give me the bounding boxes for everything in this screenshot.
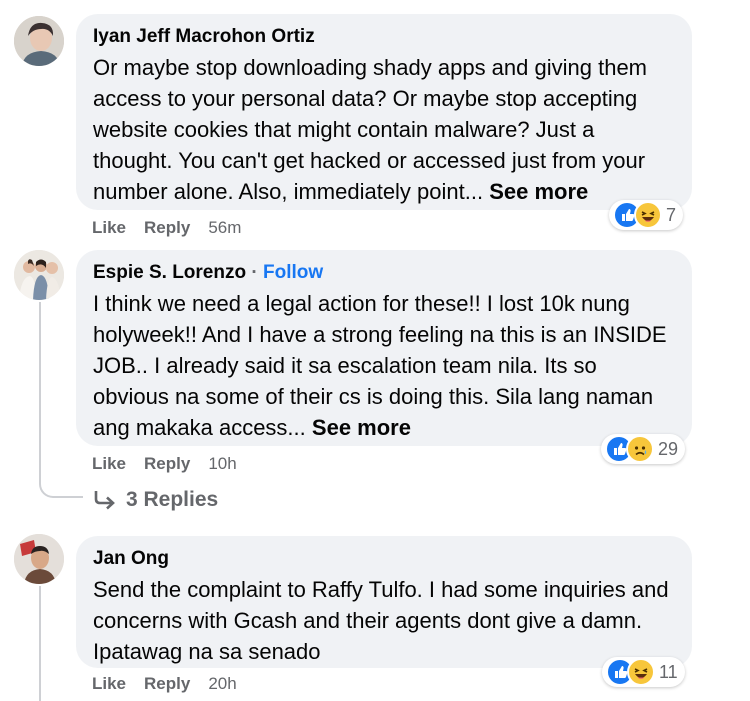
reaction-count: 7 [666, 204, 677, 225]
reply-button[interactable]: Reply [144, 674, 190, 693]
reactions-badge[interactable]: 11 [602, 657, 685, 687]
reply-button[interactable]: Reply [144, 454, 190, 473]
thread-line [39, 586, 41, 701]
separator-dot: · [251, 262, 258, 283]
comment-actions: Like Reply 10h [92, 454, 255, 474]
timestamp[interactable]: 20h [208, 674, 236, 693]
avatar[interactable] [14, 534, 64, 584]
like-button[interactable]: Like [92, 454, 126, 473]
replies-label: 3 Replies [126, 488, 219, 511]
reply-arrow-icon [94, 491, 115, 510]
comment-text: Send the complaint to Raffy Tulfo. I had… [93, 577, 669, 664]
comment-text: Or maybe stop downloading shady apps and… [93, 52, 676, 207]
sad-icon [626, 435, 654, 463]
reactions-badge[interactable]: 29 [601, 434, 686, 464]
follow-button[interactable]: Follow [263, 262, 323, 283]
comment-header: Espie S. Lorenzo · Follow [93, 260, 676, 285]
reaction-count: 29 [658, 438, 679, 459]
reply-button[interactable]: Reply [144, 218, 190, 237]
reactions-badge[interactable]: 7 [609, 200, 684, 230]
see-more-link[interactable]: See more [312, 415, 411, 440]
view-replies-link[interactable]: 3 Replies [92, 488, 218, 512]
comment-bubble: Espie S. Lorenzo · Follow I think we nee… [76, 250, 692, 446]
haha-icon [634, 201, 662, 229]
see-more-link[interactable]: See more [489, 179, 588, 204]
comment-bubble: Iyan Jeff Macrohon Ortiz Or maybe stop d… [76, 14, 692, 210]
reaction-count: 11 [659, 661, 678, 682]
thread-connector [39, 470, 83, 498]
thread-line [39, 302, 41, 470]
comment-author[interactable]: Espie S. Lorenzo [93, 262, 246, 283]
comment-author[interactable]: Iyan Jeff Macrohon Ortiz [93, 24, 676, 49]
avatar[interactable] [14, 250, 64, 300]
comment-bubble: Jan Ong Send the complaint to Raffy Tulf… [76, 536, 692, 668]
comment-actions: Like Reply 20h [92, 674, 255, 694]
avatar[interactable] [14, 16, 64, 66]
comment-author[interactable]: Jan Ong [93, 546, 676, 571]
haha-icon [627, 658, 655, 686]
avatar-photo-icon [14, 250, 64, 300]
comment-text: I think we need a legal action for these… [93, 288, 676, 443]
timestamp[interactable]: 10h [208, 454, 236, 473]
avatar-photo-icon [14, 16, 64, 66]
timestamp[interactable]: 56m [208, 218, 241, 237]
comment-actions: Like Reply 56m [92, 218, 259, 238]
like-button[interactable]: Like [92, 218, 126, 237]
avatar-photo-icon [14, 534, 64, 584]
like-button[interactable]: Like [92, 674, 126, 693]
